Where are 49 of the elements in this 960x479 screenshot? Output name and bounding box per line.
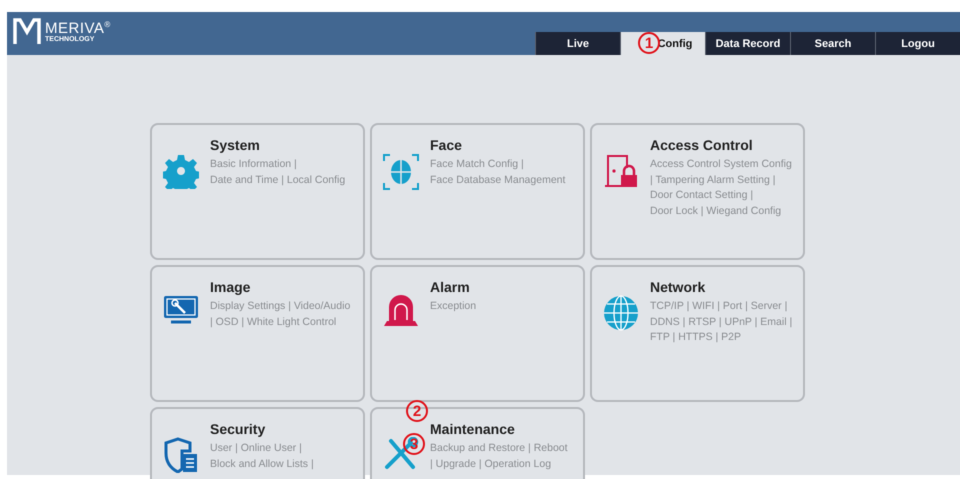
nav-tab[interactable]: Data Record [705,32,790,55]
tools-icon [383,437,419,471]
card-link-line[interactable]: DDNS | RTSP | UPnP | Email | [650,314,797,330]
card-link-line[interactable]: Block and Allow Lists | [210,456,357,472]
card-title: Face [430,137,463,153]
globe-icon [603,295,639,331]
card-link-line[interactable]: Backup and Restore | Reboot [430,441,577,456]
callout-number: 2 [406,400,428,422]
logo-icon [13,18,41,46]
card-link-line[interactable]: | OSD | White Light Control [210,314,357,330]
logo-brand: MERIVA® [45,21,111,36]
card-link-line[interactable]: Access Control System Config [650,157,797,172]
card-title: Maintenance [430,421,516,437]
card-link-line[interactable]: Exception [430,299,577,314]
config-card[interactable]: Alarm Exception [370,265,585,402]
card-link-line[interactable]: Face Match Config | [430,157,577,172]
card-link-line[interactable]: TCP/IP | WIFI | Port | Server | [650,299,797,314]
card-link-line[interactable]: Date and Time | Local Config [210,172,357,188]
gear-icon [163,153,199,189]
card-title: Alarm [430,279,471,295]
card-link-line[interactable]: Door Lock | Wiegand Config [650,204,797,219]
card-link-line[interactable]: Face Database Management [430,172,577,188]
config-card[interactable]: Image Display Settings | Video/Audio | OSD | White Light Control [150,265,365,402]
card-title: System [210,137,261,153]
card-link-line[interactable]: | Tampering Alarm Setting | [650,172,797,188]
door-lock-icon [603,153,639,189]
card-link-line[interactable]: User | Online User | [210,441,357,456]
face-scan-icon [382,153,420,191]
card-link-line[interactable]: Basic Information | [210,157,357,172]
nav-tab[interactable]: Live [535,32,620,55]
config-card[interactable]: System Basic Information | Date and Time | Local Config [150,123,365,260]
card-link-line[interactable]: Display Settings | Video/Audio [210,299,357,314]
card-title: Security [210,421,266,437]
monitor-wrench-icon [163,295,199,325]
shield-document-icon [164,437,198,473]
config-card[interactable]: Network TCP/IP | WIFI | Port | Server | DDNS | RTSP | UPnP | Email | FTP | HTTPS | P2P [590,265,805,402]
card-link-line[interactable]: FTP | HTTPS | P2P [650,330,797,346]
nav-tab[interactable]: Logou [875,32,960,55]
config-card[interactable]: Face Face Match Config | Face Database Management [370,123,585,260]
siren-icon [383,295,419,327]
card-title: Access Control [650,137,754,153]
config-card[interactable]: Access Control Access Control System Config | Tampering Alarm Setting | Door Contact Setting | Door Lock | Wiegand Config [590,123,805,260]
card-title: Image [210,279,252,295]
config-card[interactable]: Security User | Online User | Block and Allow Lists | [150,407,365,479]
card-link-line[interactable]: | Upgrade | Operation Log [430,456,577,472]
callout-number: 1 [638,32,660,54]
card-title: Network [650,279,706,295]
nav-tab[interactable]: Search [790,32,875,55]
card-link-line[interactable]: Door Contact Setting | [650,188,797,204]
